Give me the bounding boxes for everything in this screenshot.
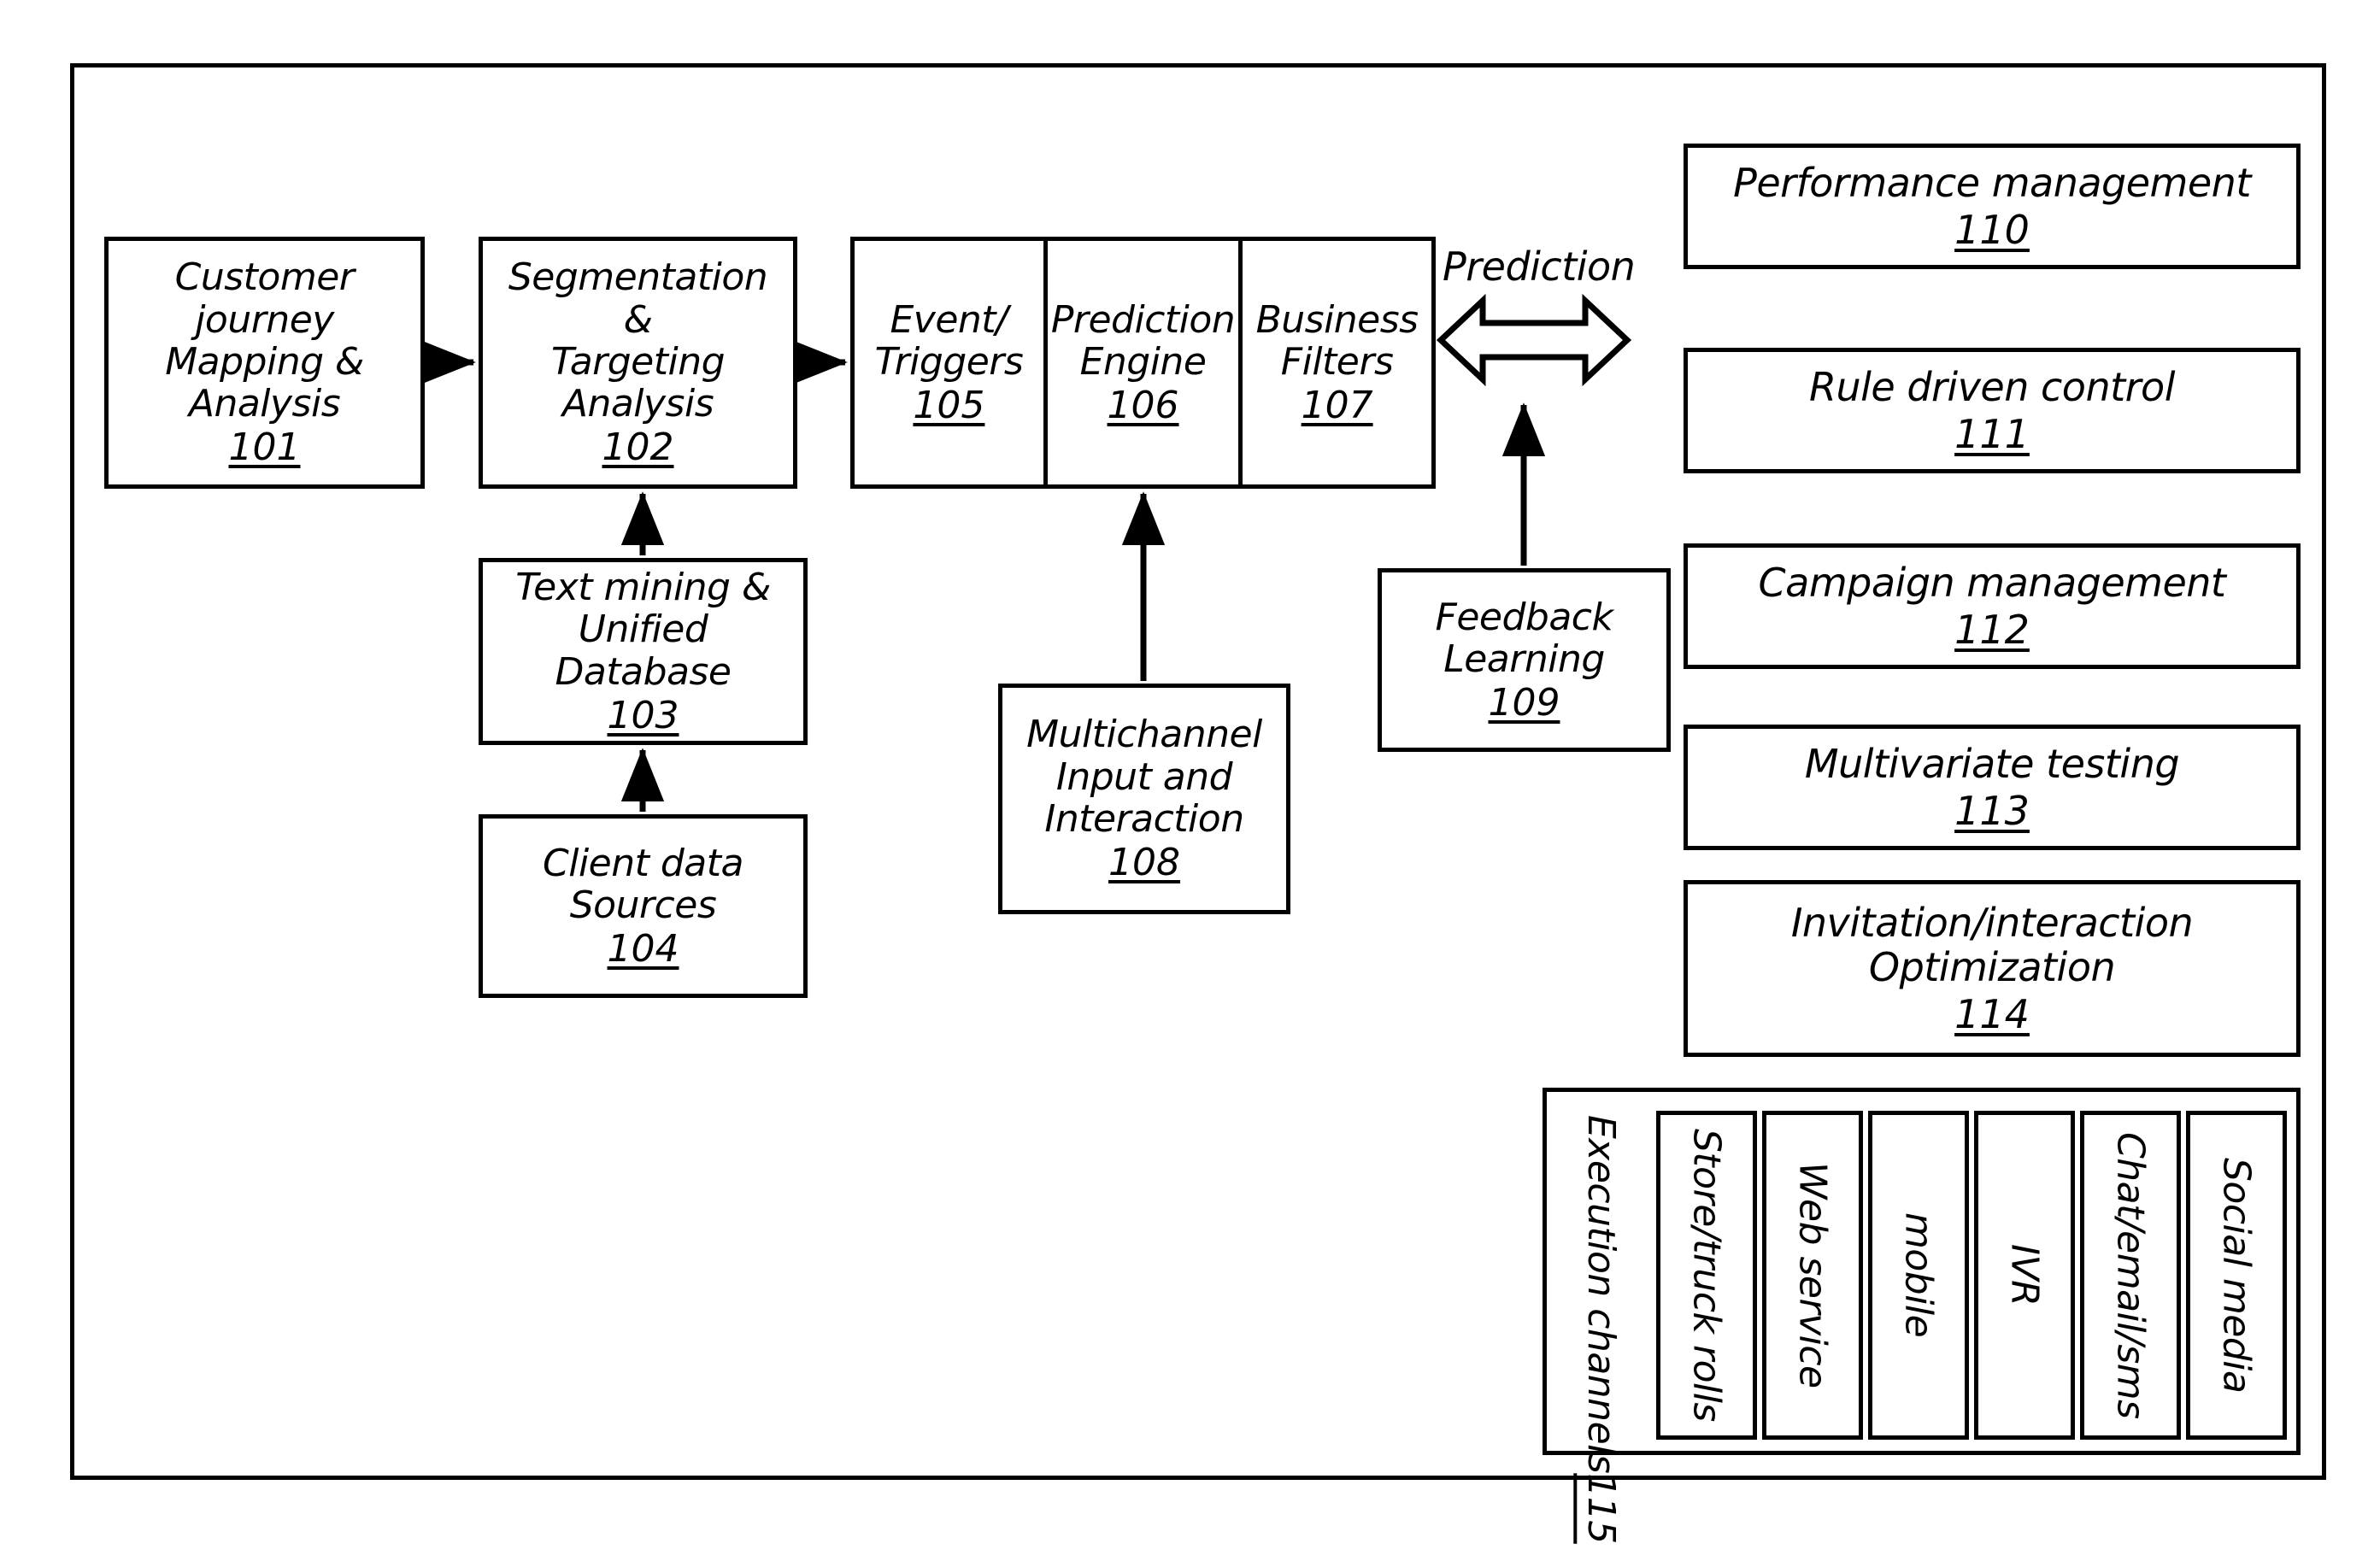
block-feedback-learning[interactable]: Feedback Learning 109 [1378, 568, 1671, 752]
channel-label: Web service [1790, 1162, 1835, 1388]
panel-performance-management[interactable]: Performance management 110 [1684, 144, 2301, 269]
panel-title: Multivariate testing [1804, 741, 2180, 788]
panel-reference-number: 114 [1954, 990, 2030, 1037]
channel-mobile[interactable]: mobile [1868, 1111, 1969, 1440]
channel-label: Social media [2214, 1157, 2259, 1394]
block-reference-number: 103 [607, 693, 679, 737]
block-prediction-engine[interactable]: Prediction Engine 106 [1048, 241, 1243, 484]
channel-label: mobile [1896, 1212, 1941, 1338]
block-event-triggers[interactable]: Event/ Triggers 105 [855, 241, 1048, 484]
channel-store-truck-rolls[interactable]: Store/truck rolls [1656, 1111, 1757, 1440]
channel-label: Store/truck rolls [1684, 1129, 1729, 1422]
panel-title: Campaign management [1758, 560, 2226, 607]
block-title: Event/ Triggers [874, 297, 1024, 384]
channel-chat-email-sms[interactable]: Chat/email/sms [2080, 1111, 2181, 1440]
block-reference-number: 102 [602, 425, 674, 470]
panel-rule-driven-control[interactable]: Rule driven control 111 [1684, 348, 2301, 473]
block-title: Client data Sources [543, 841, 743, 927]
block-reference-number: 105 [913, 384, 985, 428]
panel-title: Invitation/interaction Optimization [1790, 899, 2194, 991]
block-segmentation-targeting-analysis[interactable]: Segmentation & Targeting Analysis 102 [479, 237, 797, 489]
panel-multivariate-testing[interactable]: Multivariate testing 113 [1684, 725, 2301, 850]
block-reference-number: 108 [1108, 841, 1180, 885]
block-reference-number: 107 [1301, 384, 1373, 428]
diagram-canvas: Customer journey Mapping & Analysis 101 … [0, 0, 2380, 1567]
block-title: Prediction Engine [1050, 297, 1236, 384]
execution-channels-reference-number: 115 [1579, 1473, 1623, 1544]
block-title: Multichannel Input and Interaction [1026, 713, 1262, 841]
channel-ivr[interactable]: IVR [1974, 1111, 2075, 1440]
block-reference-number: 106 [1107, 384, 1179, 428]
block-group-event-prediction-filters: Event/ Triggers 105 Prediction Engine 10… [850, 237, 1436, 489]
block-reference-number: 104 [607, 927, 679, 971]
block-client-data-sources[interactable]: Client data Sources 104 [479, 814, 808, 998]
block-title: Text mining & Unified Database [515, 565, 771, 694]
execution-channels-label: Execution channels115 [1579, 1115, 1623, 1544]
panel-reference-number: 112 [1954, 606, 2030, 653]
panel-title: Rule driven control [1809, 364, 2175, 411]
prediction-annotation-label: Prediction [1443, 244, 1636, 290]
block-customer-journey-mapping-analysis[interactable]: Customer journey Mapping & Analysis 101 [104, 237, 425, 489]
panel-invitation-interaction-optimization[interactable]: Invitation/interaction Optimization 114 [1684, 880, 2301, 1057]
panel-campaign-management[interactable]: Campaign management 112 [1684, 543, 2301, 669]
channel-social-media[interactable]: Social media [2186, 1111, 2287, 1440]
block-title: Feedback Learning [1435, 595, 1613, 681]
channel-label: Chat/email/sms [2108, 1131, 2153, 1419]
block-title: Customer journey Mapping & Analysis [165, 255, 364, 426]
block-title: Segmentation & Targeting Analysis [508, 255, 768, 426]
panel-reference-number: 113 [1954, 787, 2030, 834]
block-reference-number: 101 [228, 425, 301, 470]
panel-title: Performance management [1733, 160, 2251, 207]
channel-web-service[interactable]: Web service [1762, 1111, 1863, 1440]
block-reference-number: 109 [1488, 681, 1560, 725]
block-text-mining-unified-database[interactable]: Text mining & Unified Database 103 [479, 558, 808, 745]
panel-reference-number: 110 [1954, 206, 2030, 253]
execution-channels-label-text: Execution channels [1579, 1115, 1623, 1474]
block-title: Business Filters [1255, 297, 1419, 384]
block-business-filters[interactable]: Business Filters 107 [1243, 241, 1431, 484]
channel-label: IVR [2002, 1244, 2047, 1306]
panel-reference-number: 111 [1954, 410, 2030, 457]
block-multichannel-input-interaction[interactable]: Multichannel Input and Interaction 108 [998, 684, 1290, 914]
